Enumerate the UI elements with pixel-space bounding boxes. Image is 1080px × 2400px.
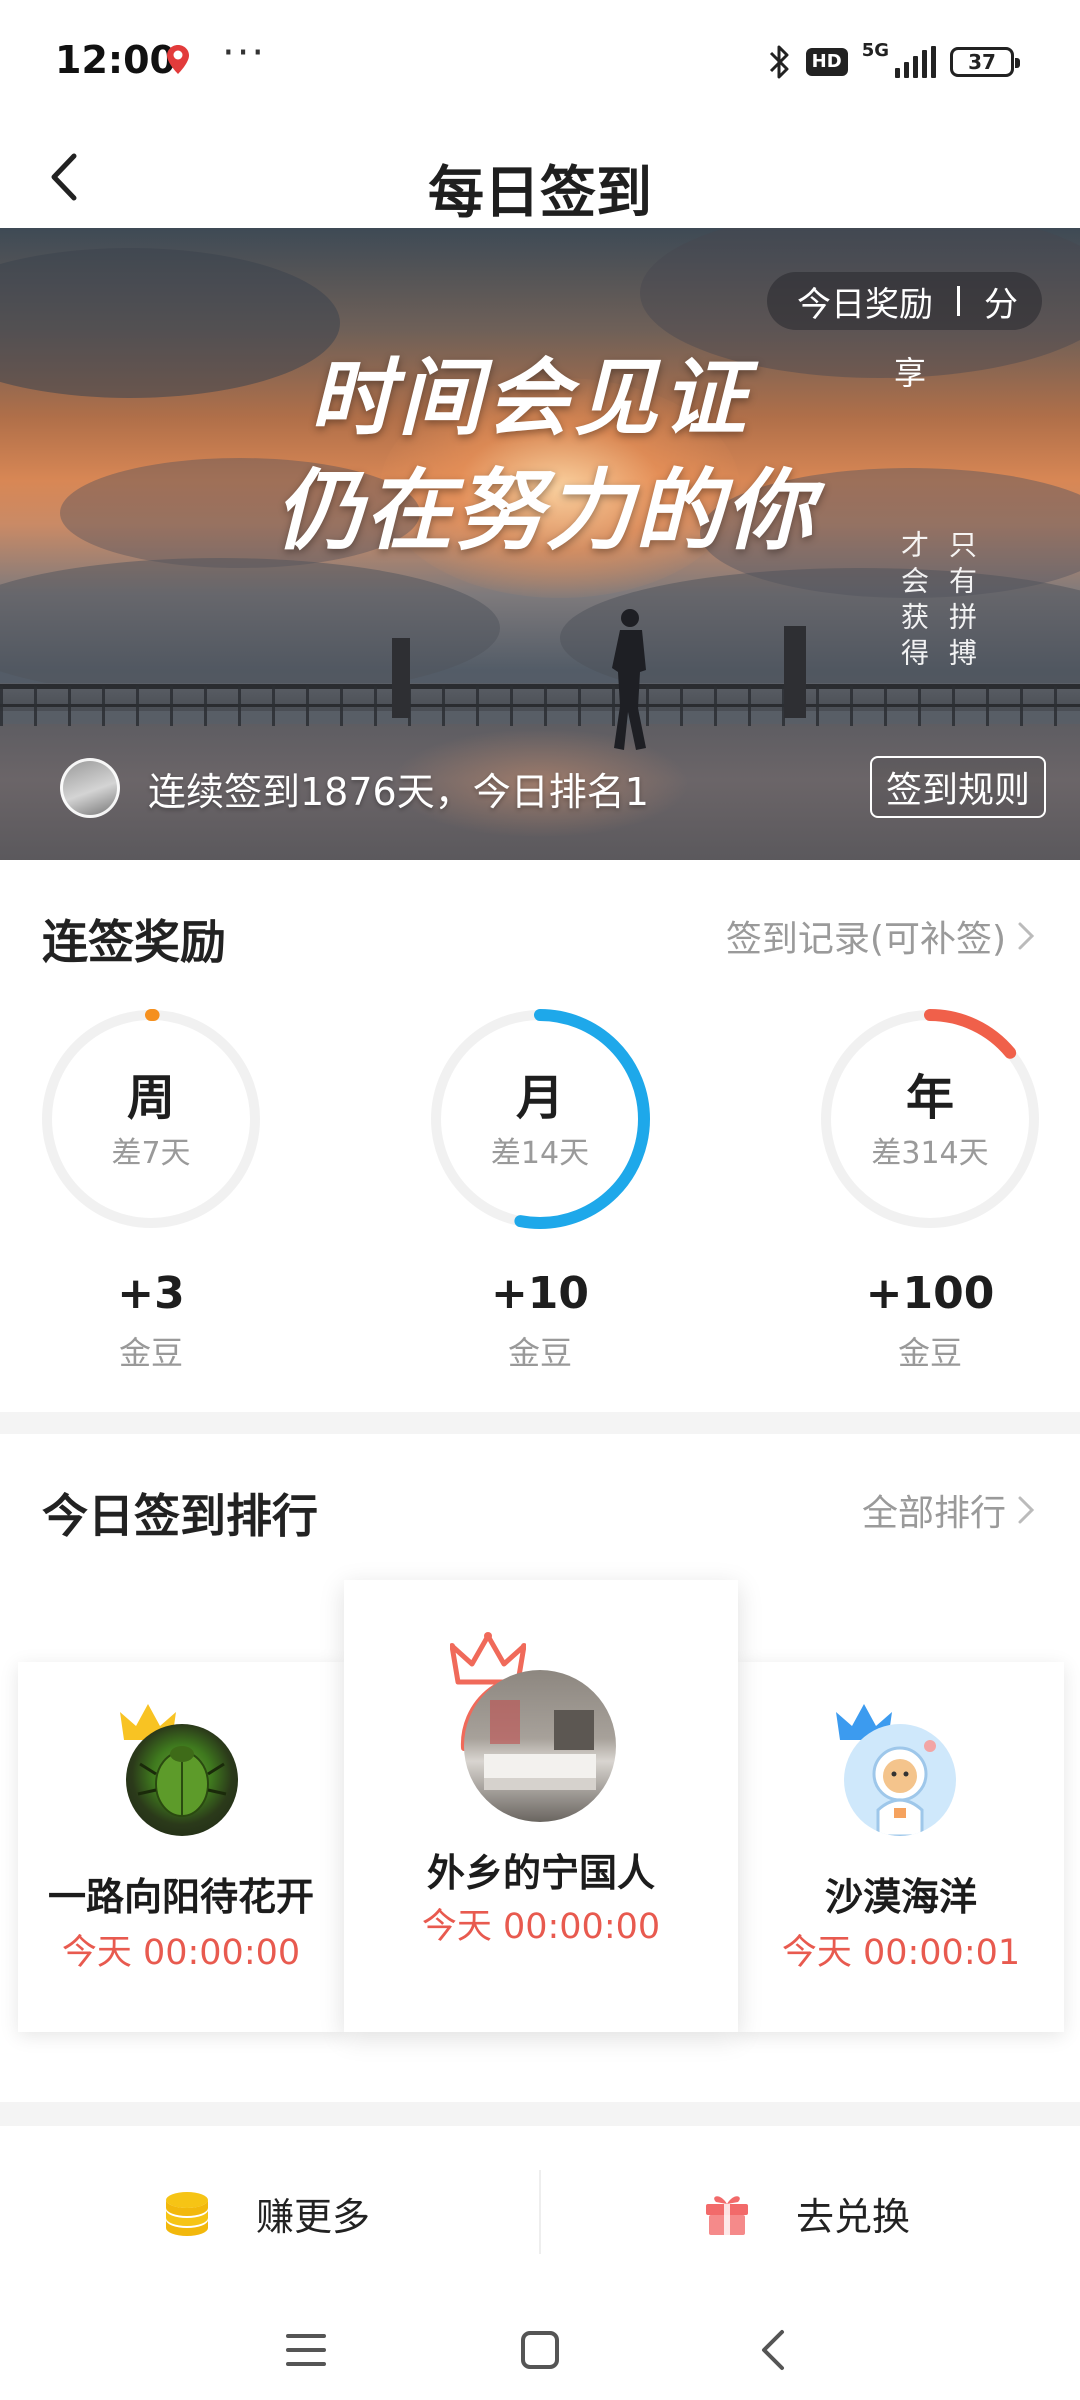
user-avatar[interactable] — [464, 1670, 616, 1822]
reward-period-label: 年 — [905, 1070, 954, 1126]
banner-vertical-text-2: 才会获得 — [897, 530, 930, 674]
headline-line-2: 仍在努力的你 — [274, 458, 815, 562]
page-root: 12:00 ··· HD 5G 37 每日签到 时间会见证 仍在努力的你 只有拼… — [0, 0, 1080, 2400]
status-time: 12:00 — [55, 38, 176, 82]
reward-period-label: 月 — [515, 1070, 564, 1126]
reward-ring-month: 月 差14天 — [427, 1006, 653, 1232]
chevron-right-icon — [1018, 922, 1035, 950]
reward-remaining: 差314天 — [871, 1136, 989, 1171]
user-avatar[interactable] — [60, 758, 120, 818]
share-label[interactable]: 分 — [984, 277, 1018, 326]
ranking-card-3[interactable]: 沙漠海洋 今天 00:00:01 — [738, 1662, 1064, 2032]
rank-name: 外乡的宁国人 — [426, 1851, 655, 1895]
bottom-action-bar: 赚更多 去兑换 — [0, 2126, 1080, 2300]
section-divider — [0, 2102, 1080, 2126]
person-silhouette — [612, 609, 646, 750]
menu-nav-icon[interactable] — [266, 2310, 346, 2390]
earn-more-button[interactable]: 赚更多 — [162, 2126, 370, 2300]
streak-rewards-title: 连签奖励 — [42, 915, 226, 969]
map-pin-icon — [167, 45, 189, 74]
rank-time: 今天 00:00:00 — [421, 1907, 661, 1947]
daily-banner: 时间会见证 仍在努力的你 只有拼搏 才会获得 今日奖励 分 享 连续签到1876… — [0, 228, 1080, 860]
chevron-right-icon — [1018, 1496, 1035, 1524]
signal-icon — [895, 46, 936, 78]
page-title: 每日签到 — [428, 161, 652, 226]
status-more-icon: ··· — [222, 30, 267, 76]
rank-name: 一路向阳待花开 — [47, 1875, 314, 1919]
home-nav-icon[interactable] — [500, 2310, 580, 2390]
streak-info: 连续签到1876天，今日排名1 — [60, 758, 649, 818]
back-nav-icon[interactable] — [734, 2310, 814, 2390]
sign-in-rules-button[interactable]: 签到规则 — [869, 756, 1046, 818]
share-label-tail[interactable]: 享 — [894, 348, 926, 394]
redeem-button[interactable]: 去兑换 — [702, 2126, 910, 2300]
vertical-text-col2: 才会获得 — [897, 530, 930, 674]
system-nav-bar — [0, 2300, 1080, 2400]
reward-ring-week: 周 差7天 — [38, 1006, 264, 1232]
user-avatar[interactable] — [126, 1724, 238, 1836]
ranking-title: 今日签到排行 — [42, 1489, 318, 1543]
banner-vertical-text: 只有拼搏 — [945, 530, 978, 674]
reward-unit: 金豆 — [507, 1334, 572, 1372]
ranking-card-1[interactable]: 外乡的宁国人 今天 00:00:00 — [344, 1580, 738, 2032]
sign-in-record-link[interactable]: 签到记录(可补签) — [726, 910, 1038, 962]
action-divider — [539, 2170, 541, 2254]
status-bar: 12:00 ··· HD 5G 37 — [0, 0, 1080, 126]
earn-more-label[interactable]: 赚更多 — [256, 2186, 370, 2241]
rank-time: 今天 00:00:01 — [781, 1933, 1021, 1973]
reward-remaining: 差7天 — [111, 1136, 191, 1171]
reward-unit: 金豆 — [897, 1334, 962, 1372]
sign-in-record-label[interactable]: 签到记录(可补签) — [726, 910, 1006, 962]
reward-value: +10 — [490, 1268, 590, 1319]
pill-divider — [957, 286, 960, 316]
streak-text: 连续签到1876天，今日排名1 — [148, 769, 649, 814]
hd-badge: HD — [805, 48, 848, 76]
user-avatar[interactable] — [844, 1724, 956, 1836]
reward-period-label: 周 — [126, 1070, 175, 1126]
reward-unit: 金豆 — [118, 1334, 183, 1372]
banner-headline: 时间会见证 仍在努力的你 — [250, 343, 850, 568]
status-indicators: HD 5G 37 — [768, 40, 1020, 84]
ranking-card-2[interactable]: 一路向阳待花开 今天 00:00:00 — [18, 1662, 344, 2032]
headline-line-1: 时间会见证 — [309, 348, 750, 447]
vertical-text-col1: 只有拼搏 — [945, 530, 978, 674]
reward-remaining: 差14天 — [490, 1136, 590, 1171]
gift-icon — [706, 2196, 748, 2235]
battery-icon: 37 — [950, 47, 1020, 77]
reward-value: +100 — [865, 1268, 995, 1319]
rank-name: 沙漠海洋 — [824, 1875, 977, 1919]
section-divider — [0, 1412, 1080, 1434]
bluetooth-icon — [769, 45, 789, 79]
app-header: 每日签到 — [0, 126, 1080, 228]
redeem-label[interactable]: 去兑换 — [796, 2186, 910, 2241]
all-ranking-link[interactable]: 全部排行 — [862, 1484, 1038, 1536]
battery-level: 37 — [968, 50, 996, 74]
network-type: 5G — [861, 40, 889, 61]
reward-value: +3 — [117, 1268, 185, 1319]
rank-time: 今天 00:00:00 — [61, 1933, 301, 1973]
today-reward-label[interactable]: 今日奖励 — [797, 277, 933, 326]
all-ranking-label[interactable]: 全部排行 — [862, 1484, 1006, 1536]
coin-stack-icon — [166, 2192, 208, 2236]
reward-share-pill[interactable]: 今日奖励 分 — [767, 272, 1042, 330]
reward-ring-year: 年 差314天 — [817, 1006, 1043, 1232]
